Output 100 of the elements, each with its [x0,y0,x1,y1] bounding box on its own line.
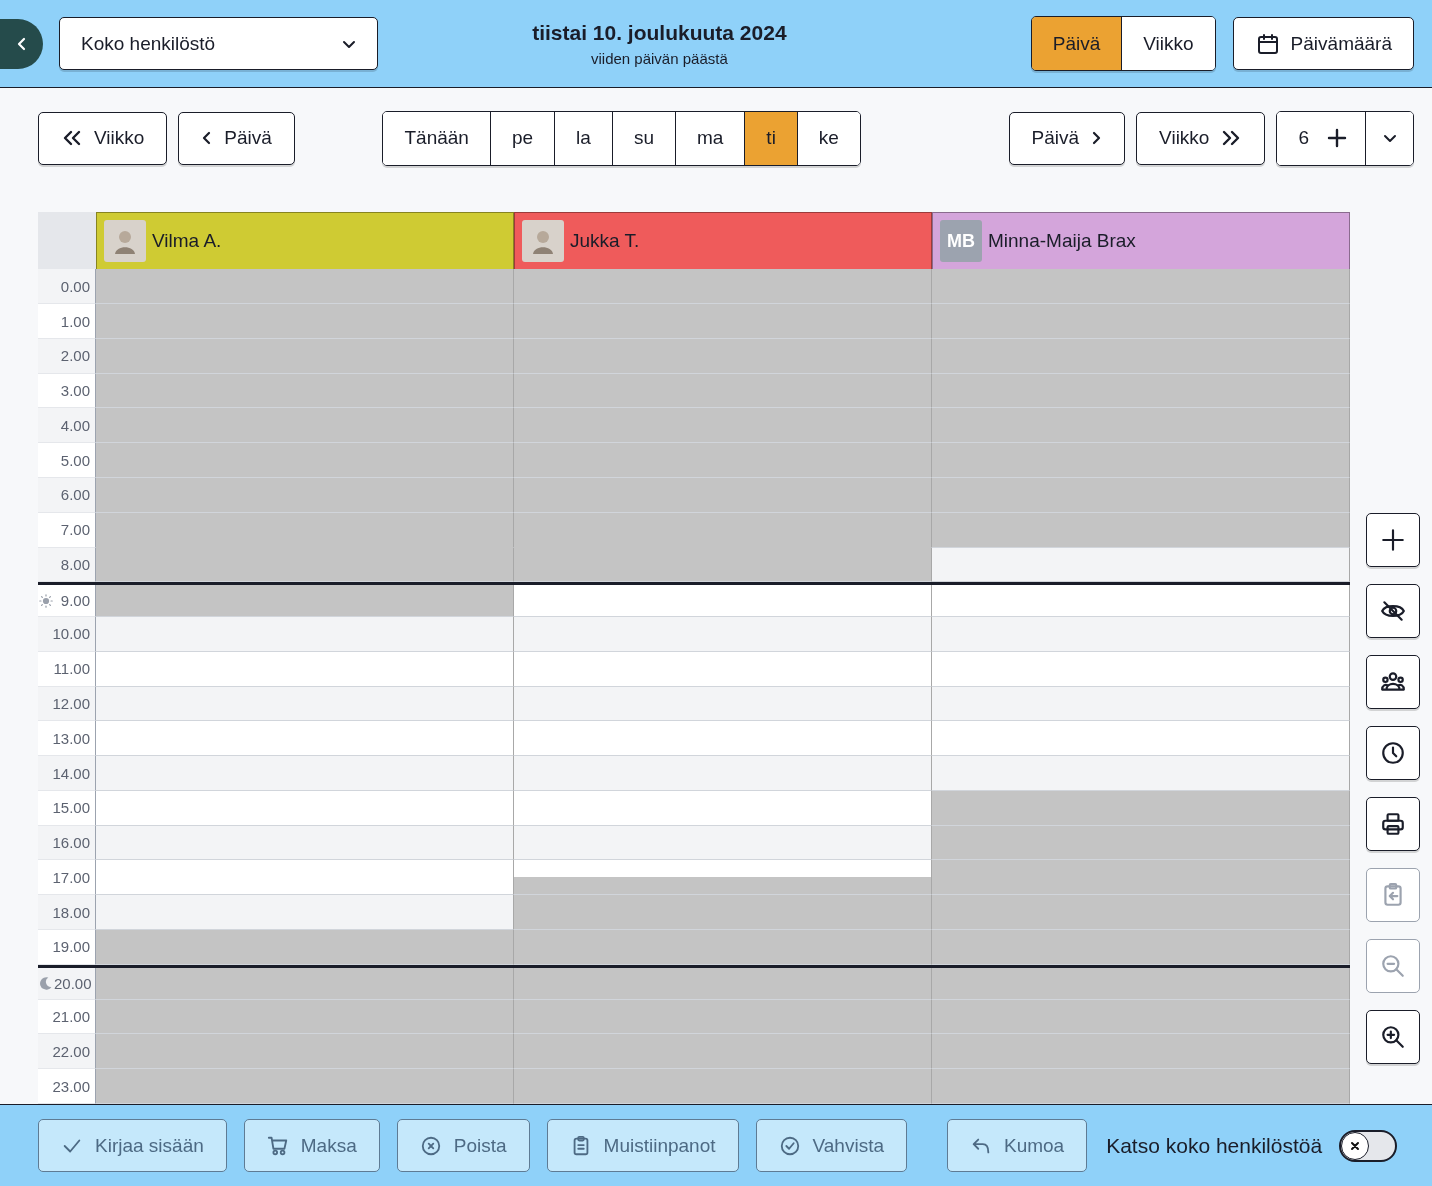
columns-dropdown-button[interactable] [1365,111,1413,165]
schedule-cell[interactable] [514,1069,932,1104]
schedule-cell[interactable] [514,999,932,1035]
schedule-cell[interactable] [514,373,932,409]
hide-button[interactable] [1366,584,1420,638]
schedule-cell[interactable] [932,338,1350,374]
schedule-cell[interactable] [96,547,514,583]
day-tab[interactable]: ke [796,111,860,165]
schedule-cell[interactable] [96,967,514,1000]
schedule-cell[interactable] [932,999,1350,1035]
schedule-cell[interactable] [932,408,1350,444]
schedule-cell[interactable] [932,512,1350,548]
schedule-cell[interactable] [514,825,932,861]
staff-button[interactable] [1366,655,1420,709]
view-tab[interactable]: Viikko [1121,17,1215,70]
avatar-placeholder [104,220,146,263]
schedule-cell[interactable] [96,373,514,409]
day-tab[interactable]: Tänään [383,111,490,165]
schedule-cell[interactable] [932,585,1350,618]
schedule-cell[interactable] [932,373,1350,409]
schedule-cell[interactable] [96,477,514,513]
schedule-cell[interactable] [514,651,932,687]
zoom-out-icon [1380,953,1406,979]
schedule-cell[interactable] [514,617,932,652]
time-button[interactable] [1366,726,1420,780]
day-tab[interactable]: ti [744,111,797,165]
schedule-cell[interactable] [932,651,1350,687]
next-week-button[interactable]: Viikko [1136,111,1266,165]
schedule-cell[interactable] [932,304,1350,339]
schedule-cell[interactable] [932,790,1350,826]
schedule-cell[interactable] [514,967,932,1000]
schedule-cell[interactable] [514,860,932,896]
schedule-cell[interactable] [96,825,514,861]
schedule-cell[interactable] [514,930,932,965]
schedule-cell[interactable] [96,721,514,757]
schedule-cell[interactable] [96,790,514,826]
day-tab[interactable]: ma [674,111,745,165]
schedule-cell[interactable] [514,304,932,339]
schedule-cell[interactable] [514,338,932,374]
schedule-cell[interactable] [96,930,514,965]
schedule-cell[interactable] [932,686,1350,722]
zoom-in-button[interactable] [1366,1010,1420,1064]
schedule-cell[interactable] [932,477,1350,513]
schedule-cell[interactable] [932,547,1350,583]
schedule-cell[interactable] [96,408,514,444]
schedule-cell[interactable] [932,1069,1350,1104]
schedule-cell[interactable] [514,1034,932,1070]
back-button[interactable] [0,18,43,69]
schedule-cell[interactable] [96,651,514,687]
schedule-cell[interactable] [96,585,514,618]
schedule-cell[interactable] [96,756,514,791]
add-button[interactable] [1366,513,1420,567]
schedule-cell[interactable] [932,895,1350,930]
schedule-cell[interactable] [96,512,514,548]
previous-week-button[interactable]: Viikko [38,111,168,165]
schedule-cell[interactable] [96,338,514,374]
schedule-cell[interactable] [932,825,1350,861]
schedule-cell[interactable] [514,408,932,444]
schedule-cell[interactable] [932,930,1350,965]
date-picker-button[interactable]: Päivämäärä [1232,17,1414,70]
schedule-cell[interactable] [932,443,1350,478]
schedule-cell[interactable] [96,304,514,339]
schedule-cell[interactable] [96,895,514,930]
schedule-cell[interactable] [514,721,932,757]
day-tab[interactable]: su [611,111,675,165]
schedule-cell[interactable] [514,547,932,583]
print-button[interactable] [1366,797,1420,851]
schedule-cell[interactable] [932,617,1350,652]
schedule-cell[interactable] [514,443,932,478]
chevron-right-icon [1090,130,1103,146]
previous-day-button[interactable]: Päivä [178,111,295,165]
schedule-cell[interactable] [514,585,932,618]
schedule-cell[interactable] [96,999,514,1035]
schedule-cell[interactable] [932,756,1350,791]
schedule-cell[interactable] [96,1034,514,1070]
next-day-button[interactable]: Päivä [1008,111,1126,165]
schedule-cell[interactable] [96,443,514,478]
day-tab[interactable]: la [554,111,612,165]
schedule-cell[interactable] [514,790,932,826]
day-tab[interactable]: pe [489,111,555,165]
schedule-cell[interactable] [96,860,514,896]
schedule-cell[interactable] [96,1069,514,1104]
schedule-cell[interactable] [96,617,514,652]
schedule-cell[interactable] [932,1034,1350,1070]
schedule-cell[interactable] [96,269,514,305]
schedule-cell[interactable] [514,477,932,513]
view-tab[interactable]: Päivä [1031,17,1122,70]
schedule-cell[interactable] [932,721,1350,757]
schedule-cell[interactable] [514,756,932,791]
schedule-cell[interactable] [932,269,1350,305]
schedule-cell[interactable] [514,269,932,305]
schedule-cell[interactable] [514,895,932,930]
show-all-staff-toggle[interactable] [1339,1129,1398,1162]
schedule-cell[interactable] [514,686,932,722]
staff-filter-dropdown[interactable]: Koko henkilöstö [59,17,378,70]
schedule-cell[interactable] [514,512,932,548]
add-columns-button[interactable]: 6 [1277,111,1365,165]
schedule-cell[interactable] [932,860,1350,896]
schedule-cell[interactable] [96,686,514,722]
schedule-cell[interactable] [932,967,1350,1000]
